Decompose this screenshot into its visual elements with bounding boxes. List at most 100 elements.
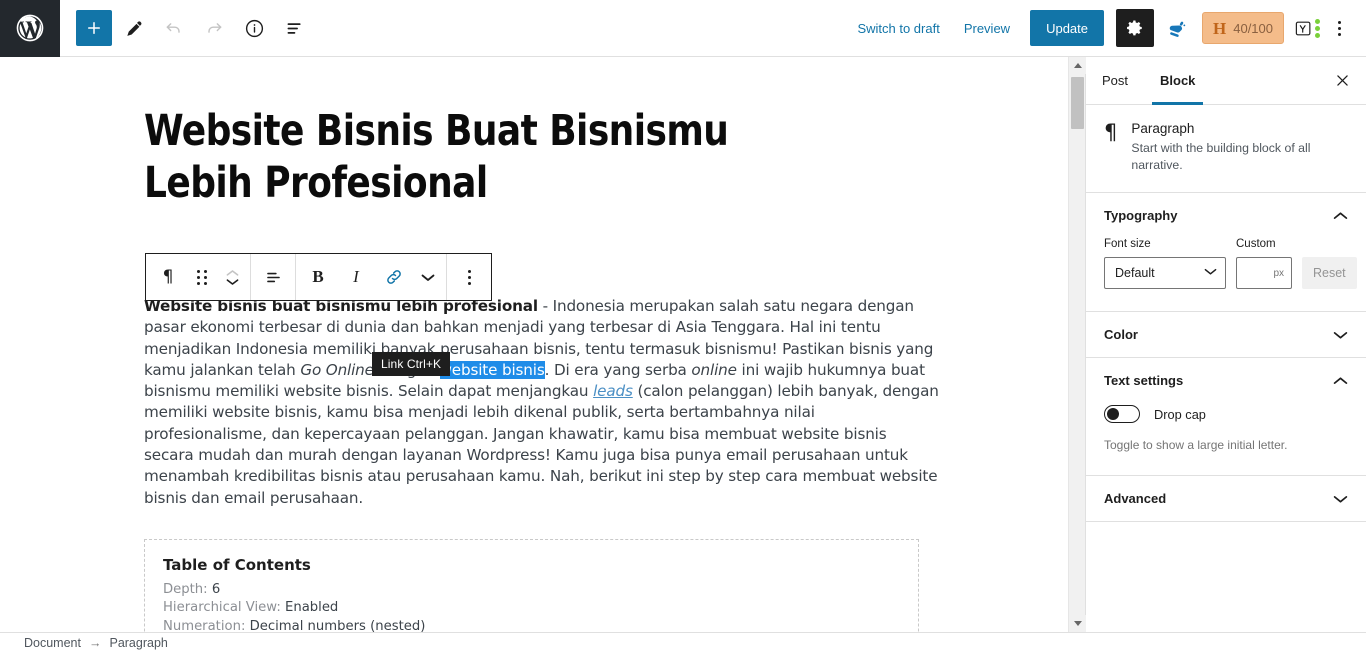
custom-unit-label: px (1273, 267, 1284, 279)
block-card-title: Paragraph (1131, 121, 1195, 136)
add-block-button[interactable] (76, 10, 112, 46)
inline-link-leads[interactable]: leads (593, 382, 633, 400)
alignment-group (251, 254, 296, 300)
settings-sidebar: Post Block ¶ Paragraph Start with the bu… (1085, 57, 1366, 632)
panel-advanced-title: Advanced (1104, 491, 1167, 506)
paragraph-text-3: . Di era yang serba (544, 360, 692, 379)
toc-row-value: Enabled (285, 600, 339, 616)
text-selection-highlight[interactable]: website bisnis (439, 360, 545, 379)
font-size-select[interactable]: Default (1104, 257, 1226, 289)
paragraph-pilcrow-icon: ¶ (1104, 120, 1118, 144)
rich-text-group: B I (296, 254, 447, 300)
panel-typography-header[interactable]: Typography (1086, 193, 1366, 238)
block-options-kebab-icon[interactable] (450, 254, 488, 300)
paragraph-italic-1: Go Online (300, 360, 374, 379)
close-x-icon (1336, 75, 1348, 86)
block-info-card: ¶ Paragraph Start with the building bloc… (1086, 105, 1366, 193)
chevron-down-icon[interactable] (413, 254, 443, 300)
table-of-contents-block[interactable]: Table of Contents Depth: 6 Hierarchical … (144, 538, 919, 632)
top-bar-right-tools: Switch to draft Preview Update H 40/100 (845, 9, 1366, 47)
top-bar-left-tools (60, 10, 312, 46)
panel-typography-title: Typography (1104, 208, 1178, 223)
chevron-up-icon (1333, 376, 1348, 384)
panel-color-header[interactable]: Color (1086, 312, 1366, 357)
custom-font-size-input[interactable]: px (1236, 257, 1292, 289)
reset-button[interactable]: Reset (1302, 257, 1357, 289)
jetpack-icon[interactable] (1160, 10, 1194, 46)
edit-tool-button[interactable] (116, 10, 152, 46)
breadcrumb-document[interactable]: Document (24, 636, 81, 650)
hemingway-score-badge[interactable]: H 40/100 (1202, 12, 1284, 44)
kebab-menu-icon (1337, 20, 1341, 36)
redo-button[interactable] (196, 10, 232, 46)
italic-button[interactable]: I (337, 254, 375, 300)
drop-cap-help-text: Toggle to show a large initial letter. (1104, 438, 1288, 452)
custom-label: Custom (1236, 238, 1276, 250)
editor-main-area: Website Bisnis Buat Bisnismu Lebih Profe… (0, 57, 1366, 632)
drop-cap-label: Drop cap (1154, 406, 1206, 422)
paragraph-pilcrow-icon[interactable]: ¶ (149, 254, 187, 300)
scrollbar-thumb[interactable] (1071, 77, 1084, 129)
toc-row-label: Hierarchical View: (163, 600, 281, 616)
chevron-up-icon (1333, 211, 1348, 219)
editor-top-bar: Switch to draft Preview Update H 40/100 (0, 0, 1366, 57)
panel-advanced-header[interactable]: Advanced (1086, 476, 1366, 521)
tab-block[interactable]: Block (1144, 57, 1211, 105)
post-paragraph-block[interactable]: Website bisnis buat bisnismu lebih profe… (144, 296, 939, 509)
toc-row-value: 6 (211, 581, 221, 597)
block-toolbar: ¶ B I (145, 253, 492, 301)
block-type-group: ¶ (146, 254, 251, 300)
undo-button[interactable] (156, 10, 192, 46)
block-options-group (447, 254, 491, 300)
yoast-seo-icon[interactable] (1294, 18, 1320, 38)
breadcrumb-current[interactable]: Paragraph (109, 636, 167, 650)
panel-color: Color (1086, 312, 1366, 358)
toc-title: Table of Contents (163, 555, 311, 574)
bold-button[interactable]: B (299, 254, 337, 300)
canvas-scrollbar[interactable] (1068, 57, 1086, 632)
yoast-status-dots (1315, 18, 1320, 38)
custom-font-size-control: Custom px (1236, 238, 1292, 289)
block-card-description: Start with the building block of all nar… (1131, 141, 1311, 172)
drop-cap-toggle[interactable] (1104, 405, 1140, 423)
hemingway-score: 40/100 (1233, 20, 1273, 36)
breadcrumb-separator: → (88, 636, 102, 650)
editor-canvas[interactable]: Website Bisnis Buat Bisnismu Lebih Profe… (0, 57, 1068, 632)
move-up-down-icon[interactable] (217, 254, 247, 300)
align-left-icon[interactable] (254, 254, 292, 300)
settings-gear-button[interactable] (1116, 9, 1154, 47)
scroll-up-arrow-icon[interactable] (1069, 57, 1086, 74)
drag-handle-icon[interactable] (187, 254, 217, 300)
update-button[interactable]: Update (1030, 10, 1104, 46)
link-chain-icon[interactable] (375, 254, 413, 300)
switch-to-draft-button[interactable]: Switch to draft (845, 13, 951, 44)
panel-advanced: Advanced (1086, 476, 1366, 522)
font-size-label: Font size (1104, 238, 1151, 250)
link-tooltip: Link Ctrl+K (372, 352, 451, 376)
panel-text-settings-title: Text settings (1104, 373, 1184, 388)
list-item: Hierarchical View: Enabled (163, 599, 900, 617)
details-info-button[interactable] (236, 10, 272, 46)
paragraph-italic-2: online (691, 360, 737, 379)
panel-typography: Typography Font size Default Custom px R… (1086, 193, 1366, 312)
more-options-button[interactable] (1324, 10, 1354, 46)
panel-typography-body: Font size Default Custom px Reset (1086, 238, 1366, 311)
preview-button[interactable]: Preview (952, 13, 1022, 44)
wordpress-logo-icon[interactable] (0, 0, 60, 57)
font-size-value: Default (1115, 266, 1155, 280)
close-sidebar-button[interactable] (1318, 57, 1366, 104)
paragraph-glyph: ¶ (162, 267, 174, 287)
panel-text-settings: Text settings Drop cap Toggle to show a … (1086, 358, 1366, 476)
panel-text-settings-header[interactable]: Text settings (1086, 358, 1366, 403)
scroll-down-arrow-icon[interactable] (1069, 615, 1086, 632)
chevron-down-icon (1333, 331, 1348, 339)
font-size-control: Font size Default (1104, 238, 1226, 289)
toc-row-label: Depth: (163, 581, 208, 597)
tab-post[interactable]: Post (1086, 57, 1144, 104)
chevron-down-icon (1333, 495, 1348, 503)
breadcrumb: Document → Paragraph (0, 632, 1366, 653)
post-title[interactable]: Website Bisnis Buat Bisnismu Lebih Profe… (144, 105, 795, 210)
list-item: Numeration: Decimal numbers (nested) (163, 618, 900, 632)
panel-color-title: Color (1104, 327, 1138, 342)
list-view-button[interactable] (276, 10, 312, 46)
